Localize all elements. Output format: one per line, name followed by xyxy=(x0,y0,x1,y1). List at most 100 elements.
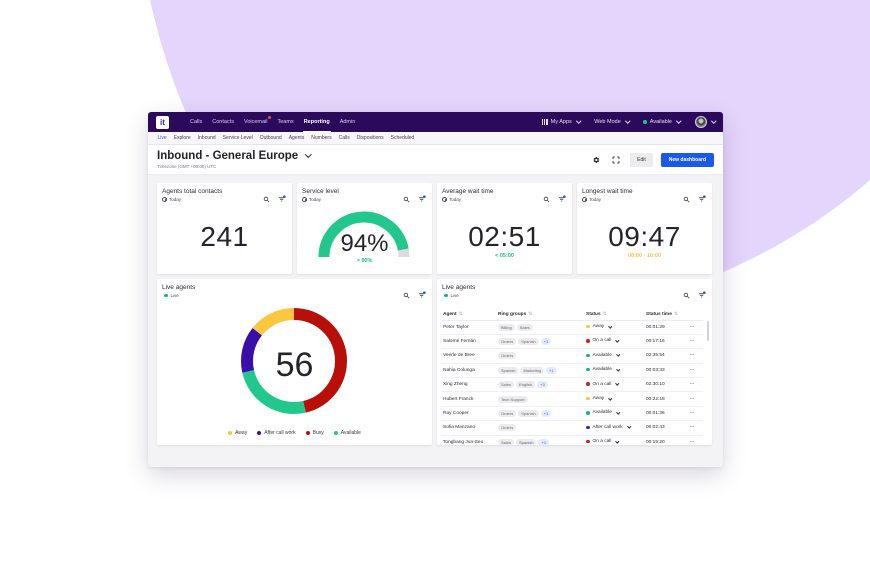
more-options-icon[interactable]: ··· xyxy=(690,397,694,402)
donut-slice-away[interactable] xyxy=(252,308,295,336)
dashboard-selector[interactable]: Inbound - General Europe xyxy=(157,150,312,162)
filter-icon[interactable] xyxy=(698,286,706,304)
column-header-agent[interactable]: Agent ⇅ xyxy=(441,309,496,321)
column-header-status[interactable]: Status ⇅ xyxy=(584,309,644,321)
nav-item-voicemail[interactable]: Voicemail xyxy=(239,112,273,132)
kpi-card-agents-total-contacts: Agents total contacts Today 241 xyxy=(157,183,292,274)
status-dropdown[interactable]: On a call xyxy=(586,338,620,343)
column-header-ring-groups[interactable]: Ring groups ⇅ xyxy=(496,309,584,321)
kpi-card-average-wait-time: Average wait time Today 02:51 < 05:00 xyxy=(437,183,572,274)
search-icon[interactable] xyxy=(683,286,690,304)
status-cell: Away xyxy=(584,391,644,407)
status-label: On a call xyxy=(592,381,612,387)
status-dropdown[interactable]: Away xyxy=(586,324,613,329)
status-dropdown[interactable]: Available xyxy=(586,410,620,415)
chevron-down-icon xyxy=(615,439,620,443)
status-label: On a call xyxy=(592,439,612,445)
tab-inbound[interactable]: Inbound xyxy=(194,135,219,141)
table-row[interactable]: Hubert Franck Tech Support Away 00:22:18 ··· xyxy=(441,391,703,407)
availability-menu[interactable]: Available xyxy=(643,118,682,125)
status-dropdown[interactable]: On a call xyxy=(586,381,620,387)
clock-icon xyxy=(302,197,307,202)
card-title: Service level xyxy=(302,188,339,195)
app-logo[interactable]: it xyxy=(156,115,169,129)
my-apps-menu[interactable]: My Apps xyxy=(541,118,581,125)
tab-live[interactable]: Live xyxy=(154,135,170,141)
tab-explore[interactable]: Explore xyxy=(170,135,194,141)
status-time: 00:03:33 xyxy=(644,363,688,379)
more-groups-chip[interactable]: +1 xyxy=(538,438,550,445)
table-row[interactable]: Nahia Colunga Spanish Marketing +1 Available… xyxy=(441,363,703,379)
column-header-status-time[interactable]: Status time ⇅ xyxy=(644,309,688,321)
nav-item-contacts[interactable]: Contacts xyxy=(207,112,239,132)
fullscreen-button[interactable] xyxy=(610,154,622,166)
status-dot xyxy=(586,439,590,444)
more-options-icon[interactable]: ··· xyxy=(690,325,694,330)
tab-dispositions[interactable]: Dispositions xyxy=(353,135,387,141)
more-options-icon[interactable]: ··· xyxy=(690,368,694,373)
more-groups-chip[interactable]: +1 xyxy=(546,366,557,374)
legend-item-busy[interactable]: Busy xyxy=(305,430,324,436)
table-row[interactable]: Veerle de Bree Orders Available 02:35:54 ··· xyxy=(441,348,703,364)
notification-badge xyxy=(267,116,271,119)
nav-item-calls[interactable]: Calls xyxy=(185,112,207,132)
ring-groups-cell: Spanish Marketing +1 xyxy=(496,363,584,379)
more-groups-chip[interactable]: +1 xyxy=(540,338,552,346)
table-row[interactable]: Ray Cooper Orders Spanish +1 Available 00:01:… xyxy=(441,406,703,422)
nav-item-reporting[interactable]: Reporting xyxy=(299,112,335,132)
more-options-icon[interactable]: ··· xyxy=(690,411,694,416)
apps-grid-icon xyxy=(541,119,548,125)
chevron-down-icon xyxy=(576,118,581,124)
ring-groups-cell: Orders xyxy=(496,348,584,364)
nav-item-teams[interactable]: Teams xyxy=(273,112,299,132)
legend-label: After call work xyxy=(264,430,296,436)
more-groups-chip[interactable]: +3 xyxy=(537,381,548,389)
ring-group-chip: Spanish xyxy=(518,338,539,346)
filter-icon[interactable] xyxy=(278,190,286,208)
status-dropdown[interactable]: On a call xyxy=(586,439,620,445)
status-dropdown[interactable]: Away xyxy=(586,395,613,401)
tab-outbound[interactable]: Outbound xyxy=(256,135,285,141)
settings-button[interactable] xyxy=(590,154,602,166)
ring-group-chip: Marketing xyxy=(520,366,545,374)
legend-item-after-call-work[interactable]: After call work xyxy=(257,430,296,436)
filter-icon[interactable] xyxy=(698,190,706,208)
tab-numbers[interactable]: Numbers xyxy=(308,135,335,141)
nav-item-admin[interactable]: Admin xyxy=(335,112,361,132)
kpi-card-service-level: Service level Today 94% > 90% xyxy=(297,183,432,274)
table-row[interactable]: Salomé Fernán Orders Spanish +1 On a call 00:… xyxy=(441,334,703,350)
app-window: it Calls Contacts Voicemail Teams Reporting A… xyxy=(148,112,723,467)
edit-button[interactable]: Edit xyxy=(630,152,653,167)
filter-icon[interactable] xyxy=(558,190,566,208)
search-icon[interactable] xyxy=(683,190,690,208)
legend-item-available[interactable]: Available xyxy=(333,430,361,436)
table-row[interactable]: Xing Zheng Sales English +3 On a call 02:30:1… xyxy=(441,377,703,393)
table-row[interactable]: Peter Taylor Billing Sales Away 00:01:29 ··· xyxy=(441,320,703,335)
more-options-icon[interactable]: ··· xyxy=(690,425,694,430)
status-time: 00:01:29 xyxy=(644,320,688,335)
user-menu[interactable] xyxy=(694,116,716,128)
new-dashboard-button[interactable]: New dashboard xyxy=(660,152,714,167)
table-row[interactable]: Sofia Manzano Orders After call work 00:02:… xyxy=(441,420,703,436)
table-row[interactable]: Tongbang Jun-Seo Sales Spanish +1 On a call 0… xyxy=(441,435,703,445)
more-options-icon[interactable]: ··· xyxy=(690,339,694,344)
status-dropdown[interactable]: Available xyxy=(586,352,620,358)
tab-service-level[interactable]: Service Level xyxy=(219,135,256,141)
web-mode-menu[interactable]: Web Mode xyxy=(594,118,630,125)
more-groups-chip[interactable]: +1 xyxy=(540,410,552,418)
tab-agents[interactable]: Agents xyxy=(285,135,308,141)
more-options-icon[interactable]: ··· xyxy=(690,353,694,358)
more-options-icon[interactable]: ··· xyxy=(690,440,694,445)
search-icon[interactable] xyxy=(263,190,270,208)
search-icon[interactable] xyxy=(543,190,550,208)
status-dropdown[interactable]: Available xyxy=(586,367,620,372)
gear-icon xyxy=(593,156,600,163)
table-scrollbar[interactable] xyxy=(707,321,709,341)
status-dropdown[interactable]: After call work xyxy=(586,424,631,430)
legend-item-away[interactable]: Away xyxy=(228,430,247,436)
live-status-dot xyxy=(444,293,448,298)
more-options-icon[interactable]: ··· xyxy=(690,382,694,387)
tab-scheduled[interactable]: Scheduled xyxy=(387,135,418,141)
row-actions-cell: ··· xyxy=(688,377,703,393)
tab-calls[interactable]: Calls xyxy=(335,135,353,141)
